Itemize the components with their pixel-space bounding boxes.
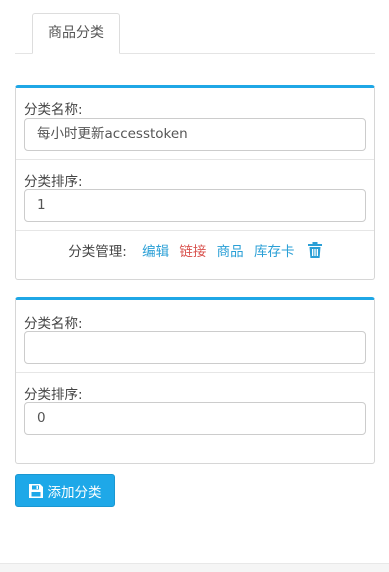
category-management-row: 分类管理: 编辑 链接 商品 库存卡 [16,240,374,260]
stock-card-link[interactable]: 库存卡 [254,240,295,260]
category-management-label: 分类管理: [68,244,127,260]
category-name-label: 分类名称: [24,316,83,332]
add-category-button[interactable]: 添加分类 [15,474,115,507]
category-sort-label: 分类排序: [24,174,83,190]
goods-link[interactable]: 商品 [217,240,244,260]
footer [0,563,389,572]
category-sort-input[interactable]: 1 [24,189,366,222]
trash-icon[interactable] [307,242,322,258]
add-category-label: 添加分类 [47,484,102,501]
category-card: 分类名称: 分类排序: 0 [15,297,375,464]
category-sort-label: 分类排序: [24,387,83,403]
divider [16,372,374,373]
link-link[interactable]: 链接 [179,240,206,260]
tab-product-category[interactable]: 商品分类 [32,13,120,54]
category-card: 分类名称: 每小时更新accesstoken 分类排序: 1 分类管理: 编辑 … [15,85,375,280]
category-sort-input[interactable]: 0 [24,402,366,435]
edit-link[interactable]: 编辑 [142,240,169,260]
tab-bar: 商品分类 [15,13,375,54]
divider [16,159,374,160]
category-name-input[interactable] [24,331,366,364]
category-name-label: 分类名称: [24,102,83,118]
divider [16,230,374,231]
category-name-input[interactable]: 每小时更新accesstoken [24,118,366,151]
save-icon [28,483,43,498]
